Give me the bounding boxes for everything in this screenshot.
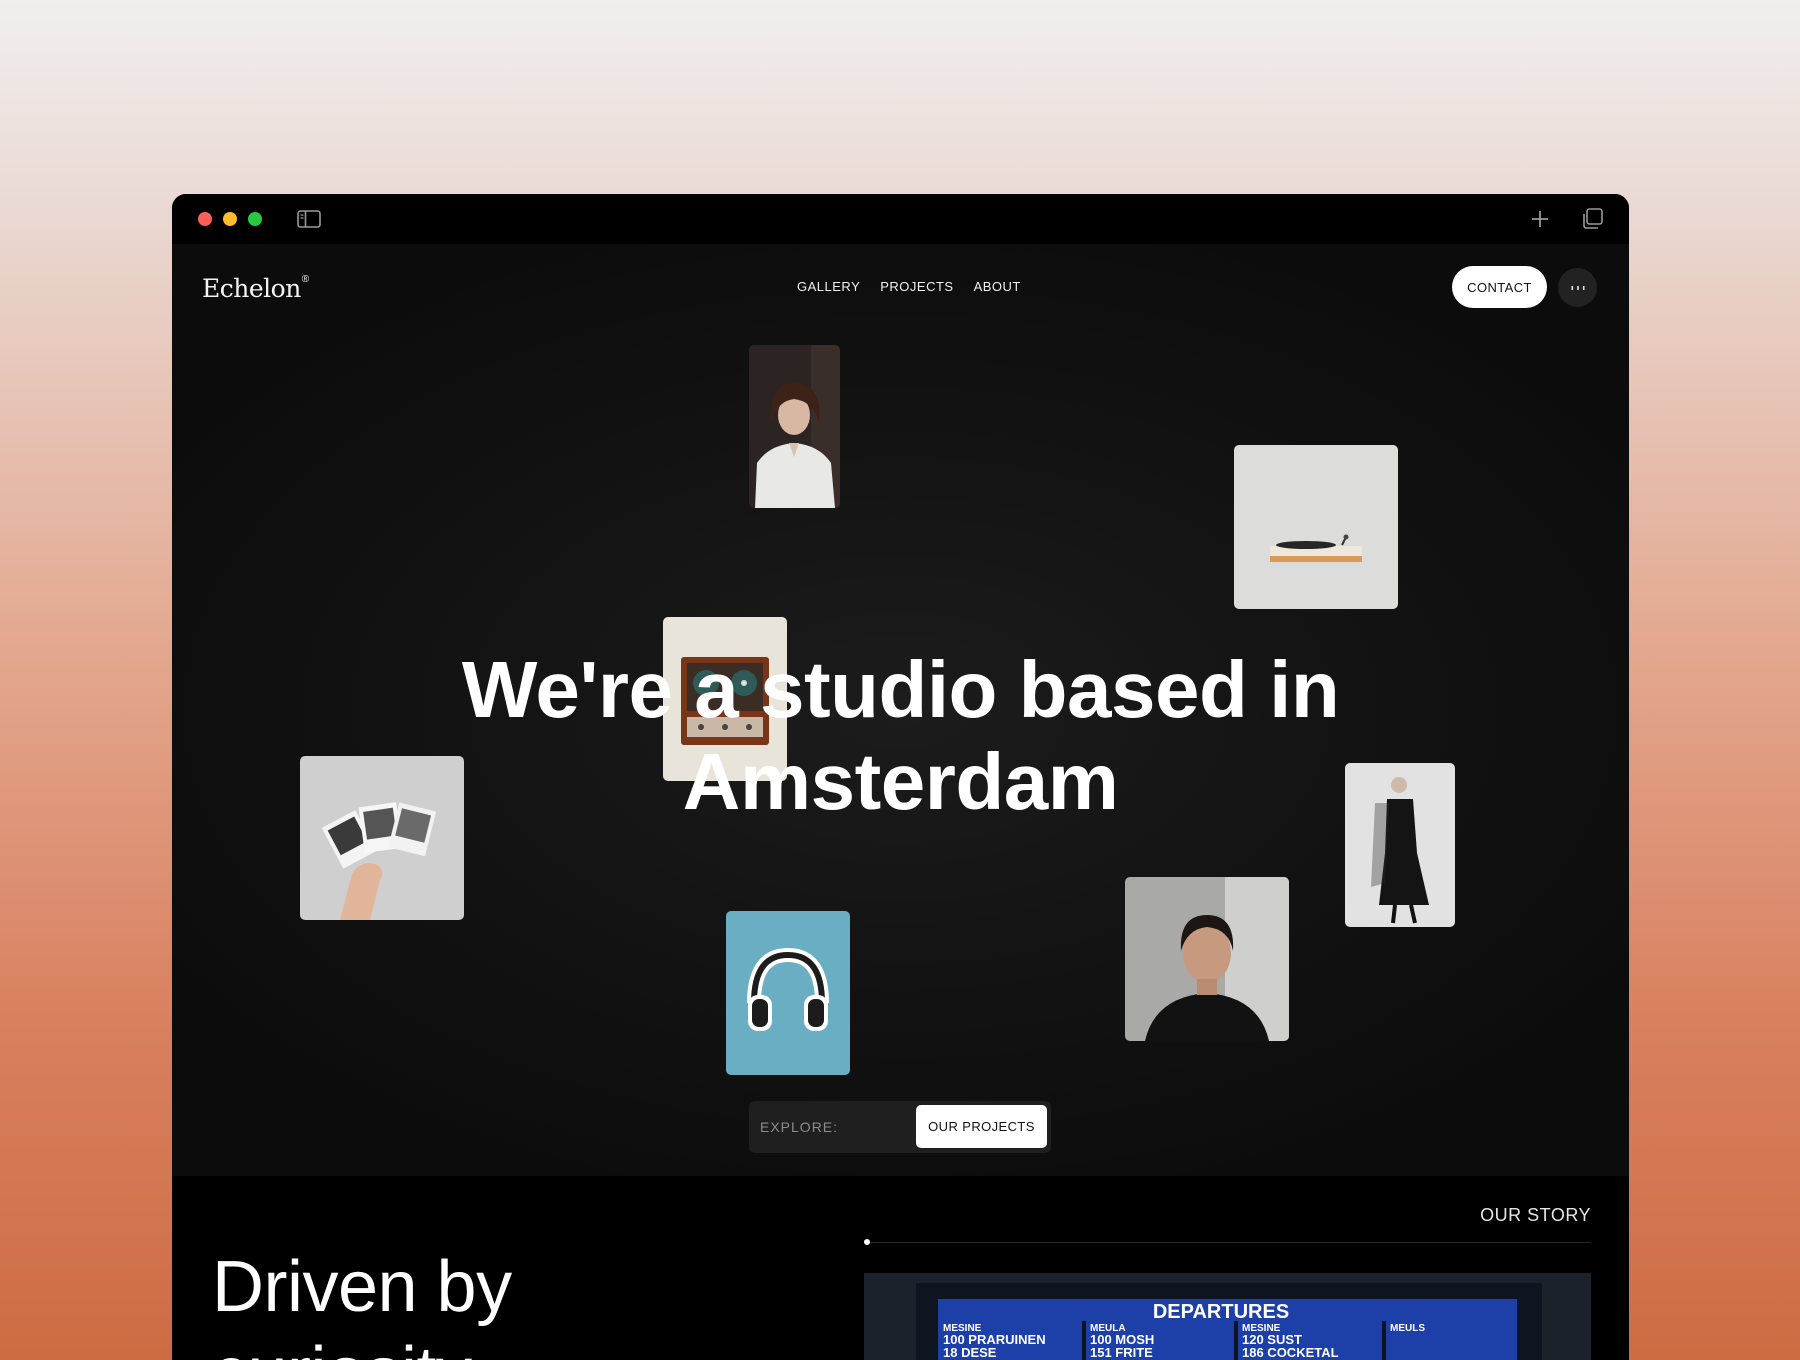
registered-mark: ® [301, 273, 309, 285]
minimize-window-button[interactable] [223, 212, 237, 226]
photo-turntable[interactable] [1234, 445, 1398, 609]
more-dots-icon [1571, 285, 1584, 290]
board-col-1-row-2: 18 DESE [943, 1345, 997, 1360]
story-heading: Driven by curiosity [212, 1244, 512, 1360]
hero-section: Echelon® GALLERY PROJECTS ABOUT CONTACT [172, 244, 1629, 1176]
title-bar [172, 194, 1629, 244]
woman-smiling-image [1125, 877, 1289, 1041]
story-heading-line-2: curiosity [212, 1333, 472, 1360]
board-col-4-header: MEULS [1390, 1323, 1425, 1334]
main-nav: GALLERY PROJECTS ABOUT [797, 279, 1021, 294]
site-logo[interactable]: Echelon® [202, 273, 309, 303]
hero-title: We're a studio based in Amsterdam [172, 644, 1629, 828]
photo-woman-portrait[interactable] [749, 345, 840, 508]
zoom-window-button[interactable] [248, 212, 262, 226]
our-story-label: OUR STORY [1480, 1205, 1591, 1225]
contact-button[interactable]: CONTACT [1452, 266, 1547, 308]
logo-text: Echelon [202, 274, 301, 303]
menu-button[interactable] [1558, 268, 1597, 307]
plus-icon[interactable] [1527, 207, 1553, 231]
explore-bar: EXPLORE: OUR PROJECTS [749, 1101, 1051, 1153]
woman-portrait-image [749, 345, 840, 508]
browser-window: Echelon® GALLERY PROJECTS ABOUT CONTACT [172, 194, 1629, 1360]
close-window-button[interactable] [198, 212, 212, 226]
hero-title-line-2: Amsterdam [682, 737, 1119, 826]
story-heading-line-1: Driven by [212, 1247, 512, 1327]
tab-overview-icon[interactable] [1579, 207, 1605, 231]
photo-woman-smiling[interactable] [1125, 877, 1289, 1041]
story-progress-line [864, 1242, 1591, 1243]
nav-link-about[interactable]: ABOUT [974, 279, 1021, 294]
photo-headphones[interactable] [726, 911, 850, 1075]
our-projects-button[interactable]: OUR PROJECTS [916, 1105, 1047, 1148]
nav-link-gallery[interactable]: GALLERY [797, 279, 860, 294]
board-title: DEPARTURES [1153, 1301, 1289, 1323]
board-col-3-row-2: 186 COCKETAL [1242, 1345, 1339, 1360]
board-col-2-row-2: 151 FRITE [1090, 1345, 1153, 1360]
hero-title-line-1: We're a studio based in [461, 645, 1340, 734]
departures-board-image: DEPARTURES MESINE 100 PRARUINEN 18 DESE … [864, 1273, 1591, 1360]
nav-link-projects[interactable]: PROJECTS [880, 279, 953, 294]
story-progress-dot [864, 1239, 870, 1245]
sidebar-toggle-icon[interactable] [296, 207, 322, 231]
turntable-image [1234, 445, 1398, 609]
explore-label: EXPLORE: [760, 1119, 839, 1135]
departures-board-photo: DEPARTURES MESINE 100 PRARUINEN 18 DESE … [864, 1273, 1591, 1360]
headphones-image [726, 911, 850, 1075]
